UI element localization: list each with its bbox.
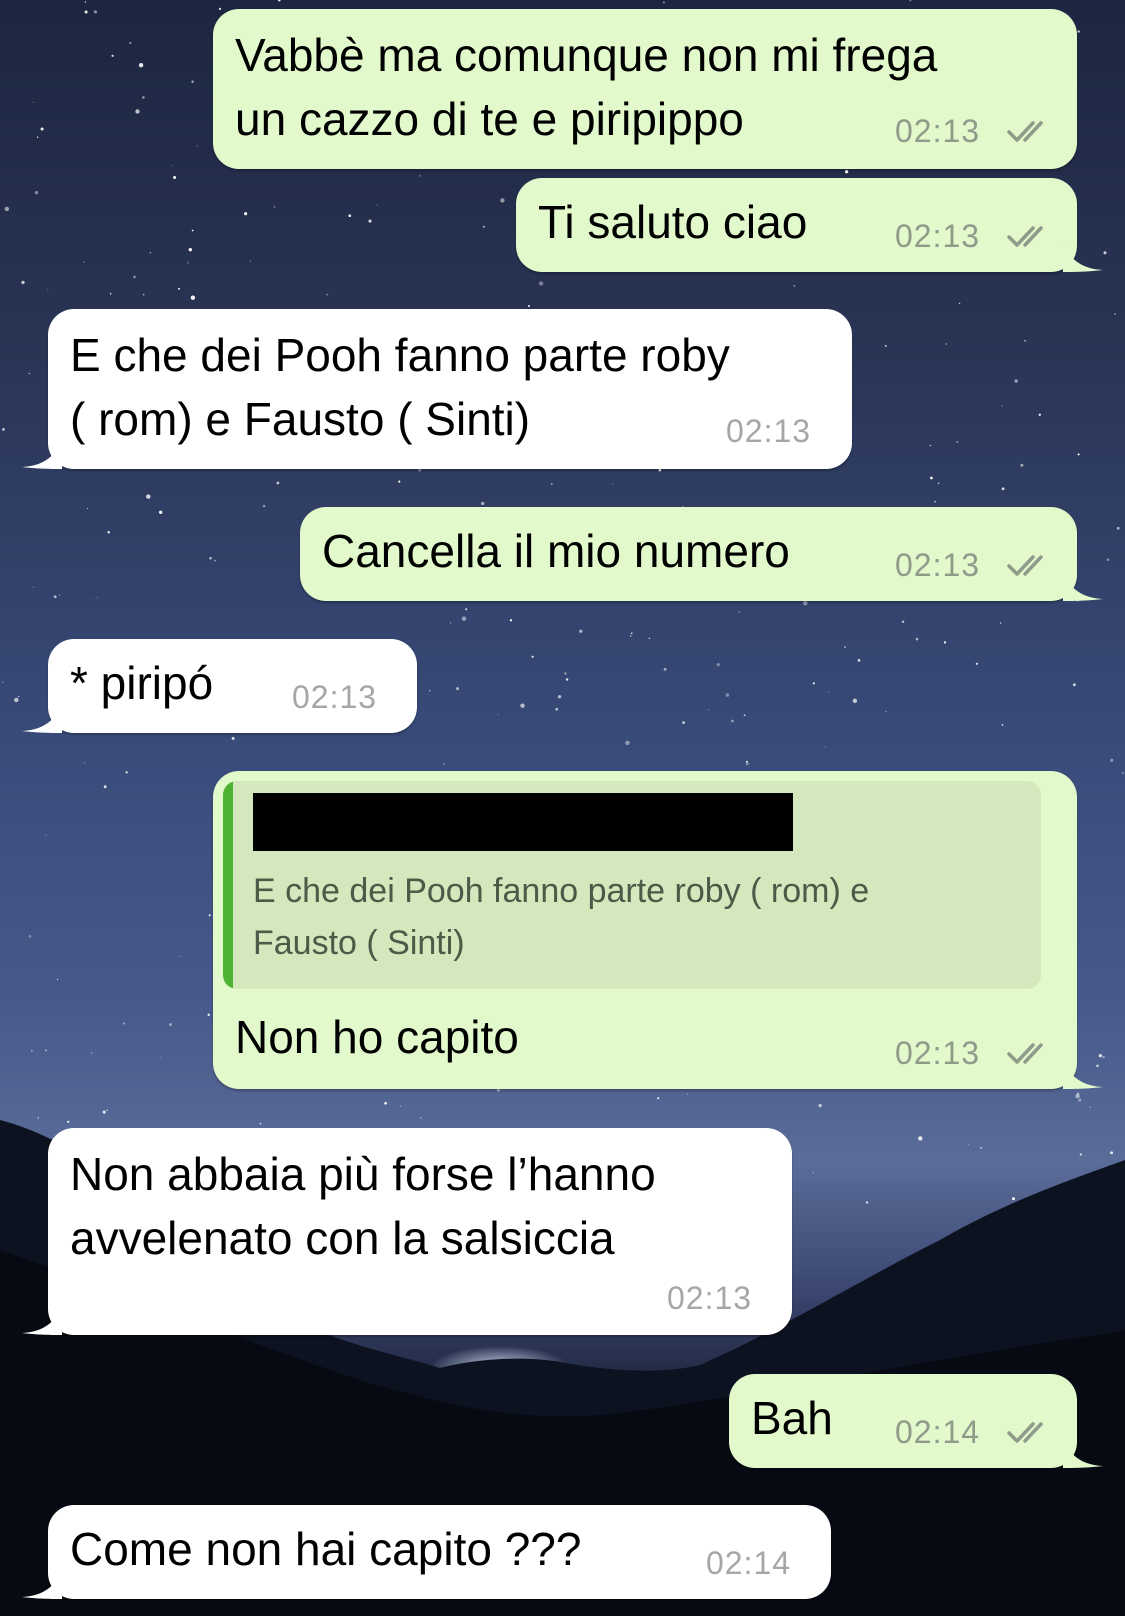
bubble-tail bbox=[22, 439, 62, 469]
message-bubble-outgoing[interactable]: Ti saluto ciao 02:13 bbox=[516, 178, 1103, 272]
bubble-tail bbox=[22, 1305, 62, 1335]
bubble-tail bbox=[1063, 1438, 1103, 1468]
bubble-tail bbox=[22, 703, 62, 733]
message-text: Non ho capito bbox=[235, 1011, 519, 1063]
message-text: E che dei Pooh fanno parte roby ( rom) e… bbox=[70, 329, 730, 445]
message-bubble-incoming[interactable]: Come non hai capito ??? 02:14 bbox=[22, 1505, 831, 1599]
quote-accent-bar bbox=[223, 781, 233, 989]
message-time: 02:13 bbox=[726, 413, 812, 449]
message-bubble-incoming[interactable]: E che dei Pooh fanno parte roby ( rom) e… bbox=[22, 309, 852, 469]
message-time: 02:14 bbox=[895, 1414, 981, 1450]
redacted-author-name bbox=[253, 793, 793, 851]
message-bubble-incoming[interactable]: * piripó 02:13 bbox=[22, 639, 417, 733]
message-text: Come non hai capito ??? bbox=[70, 1523, 582, 1575]
bubble-tail bbox=[22, 1569, 62, 1599]
chat-screen: Vabbè ma comunque non mi frega un cazzo … bbox=[0, 0, 1125, 1616]
double-check-icon bbox=[1007, 121, 1043, 142]
message-text: Bah bbox=[751, 1392, 833, 1444]
double-check-icon bbox=[1007, 226, 1043, 247]
message-text: Non abbaia più forse l’hanno avvelenato … bbox=[70, 1148, 656, 1264]
message-bubble-outgoing[interactable]: Cancella il mio numero 02:13 bbox=[300, 507, 1103, 601]
bubble-tail bbox=[1063, 242, 1103, 272]
message-time: 02:13 bbox=[895, 1035, 981, 1071]
message-time: 02:13 bbox=[895, 218, 981, 254]
bubble-tail bbox=[1063, 1059, 1103, 1089]
message-bubble-outgoing[interactable]: Vabbè ma comunque non mi frega un cazzo … bbox=[213, 9, 1077, 169]
message-text: Cancella il mio numero bbox=[322, 525, 790, 577]
quoted-message-text: E che dei Pooh fanno parte roby ( rom) e… bbox=[253, 872, 870, 962]
message-bubble-incoming[interactable]: Non abbaia più forse l’hanno avvelenato … bbox=[22, 1128, 792, 1335]
quoted-message[interactable]: E che dei Pooh fanno parte roby ( rom) e… bbox=[223, 781, 1041, 989]
double-check-icon bbox=[1007, 555, 1043, 576]
message-text: Ti saluto ciao bbox=[538, 196, 808, 248]
message-time: 02:13 bbox=[667, 1280, 753, 1316]
message-bubble-outgoing-reply[interactable]: E che dei Pooh fanno parte roby ( rom) e… bbox=[213, 771, 1103, 1089]
message-text: * piripó bbox=[70, 657, 214, 709]
message-time: 02:13 bbox=[895, 113, 981, 149]
message-bubble-outgoing[interactable]: Bah 02:14 bbox=[729, 1374, 1103, 1468]
double-check-icon bbox=[1007, 1043, 1043, 1064]
bubble-tail bbox=[1063, 571, 1103, 601]
message-time: 02:13 bbox=[292, 679, 378, 715]
double-check-icon bbox=[1007, 1422, 1043, 1443]
message-time: 02:14 bbox=[706, 1545, 792, 1581]
message-time: 02:13 bbox=[895, 547, 981, 583]
message-text: Vabbè ma comunque non mi frega un cazzo … bbox=[235, 29, 938, 145]
